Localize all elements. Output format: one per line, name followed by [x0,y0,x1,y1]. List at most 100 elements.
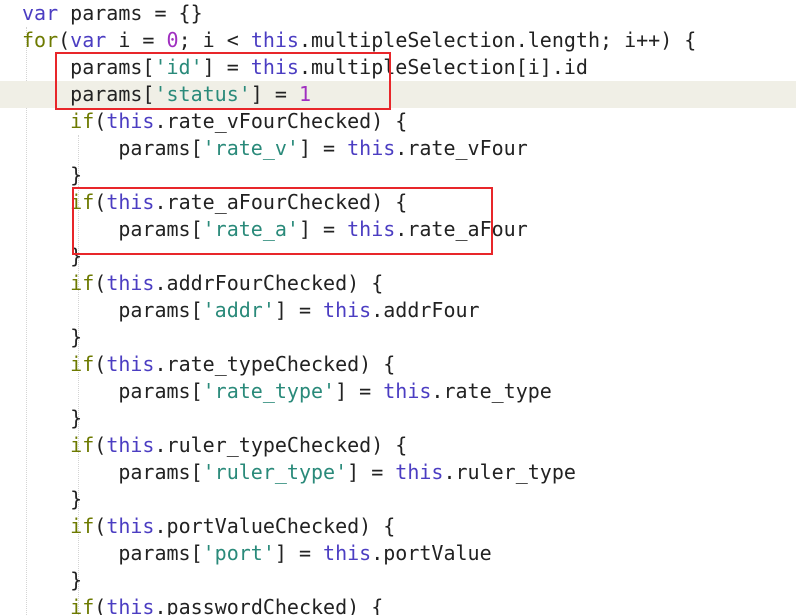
code-editor[interactable]: var params = {} for(var i = 0; i < this.m… [0,0,796,615]
code-token: .multipleSelection[i].id [298,55,588,79]
code-line[interactable]: if(this.rate_typeChecked) { [0,351,796,378]
code-text: params['id'] = this.multipleSelection[i]… [22,54,588,81]
code-token: ] = [298,217,348,241]
code-text: if(this.addrFourChecked) { [22,270,383,297]
code-text: if(this.ruler_typeChecked) { [22,432,407,459]
code-token: this [347,217,396,241]
code-line[interactable]: } [0,243,796,270]
code-token: i = [106,28,167,52]
code-token: ] = [250,82,299,106]
code-token: 'id' [154,55,203,79]
code-line[interactable]: params['rate_type'] = this.rate_type [0,378,796,405]
code-text: } [22,486,82,513]
code-line[interactable]: params['ruler_type'] = this.ruler_type [0,459,796,486]
code-line[interactable]: params['status'] = 1 [0,81,796,108]
code-token: if [70,109,95,133]
code-text: params['status'] = 1 [22,81,311,108]
code-token: if [70,514,95,538]
code-line[interactable]: params['id'] = this.multipleSelection[i]… [0,54,796,81]
code-token: this [106,514,155,538]
code-token: this [347,136,396,160]
code-text: params['rate_v'] = this.rate_vFour [22,135,528,162]
code-token: .multipleSelection.length; i++) { [298,28,697,52]
code-token: params = {} [58,1,203,25]
code-text: } [22,405,82,432]
code-token: this [395,460,444,484]
code-token: this [250,55,299,79]
code-line[interactable]: } [0,162,796,189]
code-token: for [22,28,59,52]
code-token: this [106,271,155,295]
code-token: } [22,487,83,511]
code-token: 1 [298,82,311,106]
code-token: if [70,190,95,214]
code-token: 'status' [154,82,251,106]
code-token: this [323,298,372,322]
code-line[interactable]: } [0,405,796,432]
code-token: this [106,433,155,457]
code-token: .rate_vFourChecked) { [154,109,408,133]
code-token: params[ [22,379,203,403]
code-token: this [250,28,299,52]
code-token: .rate_aFour [395,217,528,241]
code-line[interactable]: if(this.portValueChecked) { [0,513,796,540]
code-token: params[ [22,298,203,322]
code-line[interactable]: if(this.rate_vFourChecked) { [0,108,796,135]
code-line[interactable]: if(this.rate_aFourChecked) { [0,189,796,216]
code-token: params[ [22,55,155,79]
code-token: ( [58,28,71,52]
code-token: params[ [22,82,155,106]
code-token: 'port' [202,541,275,565]
code-text: if(this.rate_vFourChecked) { [22,108,407,135]
code-text: if(this.passwordChecked) { [22,594,383,615]
code-text: } [22,162,82,189]
code-token: params[ [22,136,203,160]
code-token: this [323,541,372,565]
code-line[interactable]: if(this.ruler_typeChecked) { [0,432,796,459]
code-token: .addrFourChecked) { [154,271,384,295]
code-token: 'addr' [202,298,275,322]
code-token: .portValueChecked) { [154,514,396,538]
code-token: params[ [22,217,203,241]
code-token: } [22,244,83,268]
code-token: ] = [298,136,348,160]
code-line[interactable]: var params = {} [0,0,796,27]
code-token: var [70,28,107,52]
code-token: ( [94,514,107,538]
code-text: for(var i = 0; i < this.multipleSelectio… [22,27,696,54]
code-text: params['rate_a'] = this.rate_aFour [22,216,528,243]
code-line[interactable]: for(var i = 0; i < this.multipleSelectio… [0,27,796,54]
code-token: 'rate_type' [202,379,336,403]
code-token: ] = [347,460,396,484]
code-text: params['ruler_type'] = this.ruler_type [22,459,576,486]
code-token: } [22,163,83,187]
code-line[interactable]: } [0,567,796,594]
code-text: params['addr'] = this.addrFour [22,297,479,324]
code-line[interactable]: } [0,324,796,351]
code-line[interactable]: params['port'] = this.portValue [0,540,796,567]
code-line[interactable]: params['rate_v'] = this.rate_vFour [0,135,796,162]
code-token: if [70,352,95,376]
code-line[interactable]: params['rate_a'] = this.rate_aFour [0,216,796,243]
code-text: if(this.portValueChecked) { [22,513,395,540]
code-text: if(this.rate_aFourChecked) { [22,189,407,216]
code-token: .portValue [371,541,492,565]
code-token: .rate_vFour [395,136,528,160]
code-token: this [106,595,155,615]
code-line[interactable]: if(this.addrFourChecked) { [0,270,796,297]
code-token: if [70,433,95,457]
code-token: 'rate_v' [202,136,299,160]
code-line[interactable]: if(this.passwordChecked) { [0,594,796,615]
code-text: params['port'] = this.portValue [22,540,492,567]
code-line[interactable]: params['addr'] = this.addrFour [0,297,796,324]
code-text: } [22,324,82,351]
code-line[interactable]: } [0,486,796,513]
code-token: ( [94,352,107,376]
code-token: 0 [166,28,179,52]
